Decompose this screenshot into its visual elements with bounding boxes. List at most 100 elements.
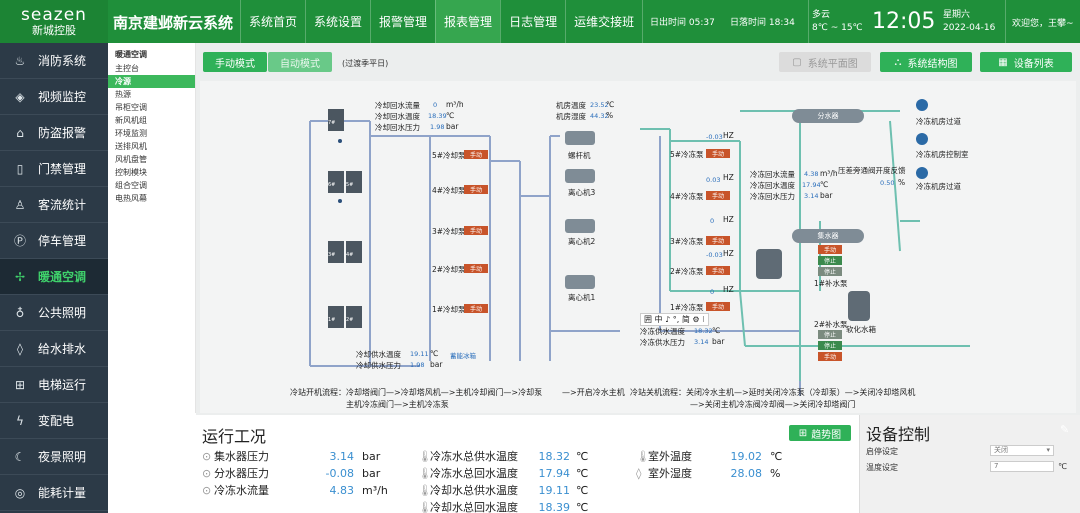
- chilled-pump-5[interactable]: 5#冷冻泵: [670, 149, 704, 160]
- sidebar-item-water[interactable]: ◊ 给水排水: [0, 331, 108, 367]
- chiller-centrifugal-2[interactable]: [565, 219, 595, 233]
- nav-home[interactable]: 系统首页: [240, 0, 305, 43]
- cooling-pump-4[interactable]: 4#冷却泵: [432, 185, 466, 196]
- sidebar-item-power[interactable]: ϟ 变配电: [0, 403, 108, 439]
- nav-settings[interactable]: 系统设置: [305, 0, 370, 43]
- nav-handover[interactable]: 运维交接班: [565, 0, 642, 43]
- grid-icon: ▦: [998, 56, 1008, 68]
- room-temp-label: 机房温度: [556, 101, 586, 110]
- makeup-pump-2-manual[interactable]: 手动: [818, 352, 842, 361]
- water-icon: ◊: [17, 341, 23, 356]
- cooling-tower-6[interactable]: 6#: [328, 171, 344, 193]
- subnav-item[interactable]: 控制模块: [108, 166, 195, 179]
- chilled-pump-4[interactable]: 4#冷冻泵: [670, 191, 704, 202]
- subnav-item[interactable]: 送排风机: [108, 140, 195, 153]
- cooling-pump-2-manual[interactable]: 手动: [464, 264, 488, 273]
- chilled-supply-press-label: 冷冻供水压力: [640, 338, 685, 347]
- cooling-pump-5-manual[interactable]: 手动: [464, 150, 488, 159]
- subnav-item[interactable]: 电热风幕: [108, 192, 195, 205]
- cooling-pump-1-manual[interactable]: 手动: [464, 304, 488, 313]
- chiller-screw[interactable]: [565, 131, 595, 145]
- cooling-return-flow-value: 0: [433, 101, 438, 109]
- makeup-pump-stop-a[interactable]: 停止: [818, 256, 842, 265]
- chilled-pump-1-manual[interactable]: 手动: [706, 302, 730, 311]
- tool-strip[interactable]: 囲 中 ♪ °, 简 ⚙ ⁝: [640, 313, 709, 326]
- subnav-item[interactable]: 组合空调: [108, 179, 195, 192]
- chilled-supply-temp-unit: ℃: [712, 326, 721, 335]
- cooling-pump-3-manual[interactable]: 手动: [464, 226, 488, 235]
- subnav-item[interactable]: 热源: [108, 88, 195, 101]
- water-collector[interactable]: 集水器: [792, 229, 864, 243]
- softener-tank[interactable]: [848, 291, 870, 321]
- subnav-item-active[interactable]: 冷源: [108, 75, 195, 88]
- cooling-pump-5[interactable]: 5#冷却泵: [432, 150, 466, 161]
- valve-icon[interactable]: [916, 133, 928, 145]
- structure-view-button[interactable]: ⛬ 系统结构图: [880, 52, 972, 72]
- cooling-return-flow-label: 冷却回水流量: [375, 101, 420, 110]
- cooling-pump-1[interactable]: 1#冷却泵: [432, 304, 466, 315]
- valve-icon[interactable]: [916, 99, 928, 111]
- makeup-pump-2-stop-b[interactable]: 停止: [818, 341, 842, 350]
- sidebar-item-hvac[interactable]: ✢ 暖通空调: [0, 259, 108, 295]
- main-nav: 系统首页 系统设置 报警管理 报表管理 日志管理 运维交接班: [240, 0, 642, 43]
- temp-set-input[interactable]: 7: [990, 461, 1054, 472]
- cooling-pump-2[interactable]: 2#冷却泵: [432, 264, 466, 275]
- chilled-pump-2[interactable]: 2#冷冻泵: [670, 266, 704, 277]
- chilled-pump-4-manual[interactable]: 手动: [706, 191, 730, 200]
- sidebar-item-traffic[interactable]: ♙ 客流统计: [0, 187, 108, 223]
- sidebar-item-video[interactable]: ◈ 视频监控: [0, 79, 108, 115]
- plan-view-button[interactable]: ▢ 系统平面图: [779, 52, 871, 72]
- chilled-pump-1[interactable]: 1#冷冻泵: [670, 302, 704, 313]
- chiller-centrifugal-3[interactable]: [565, 169, 595, 183]
- chilled-pump-2-manual[interactable]: 手动: [706, 266, 730, 275]
- nav-alarm[interactable]: 报警管理: [370, 0, 435, 43]
- cooling-tower-7[interactable]: 7#: [328, 109, 344, 131]
- subnav-item[interactable]: 吊柜空调: [108, 101, 195, 114]
- cooling-tower-1[interactable]: 1#: [328, 306, 344, 328]
- subnav-item[interactable]: 主控台: [108, 62, 195, 75]
- nav-log[interactable]: 日志管理: [500, 0, 565, 43]
- cooling-pump-3[interactable]: 3#冷却泵: [432, 226, 466, 237]
- start-stop-label: 启停设定: [866, 447, 898, 456]
- start-stop-select[interactable]: 关闭 ▾: [990, 445, 1054, 456]
- cooling-tower-3[interactable]: 3#: [328, 241, 344, 263]
- chilled-pump-5-manual[interactable]: 手动: [706, 149, 730, 158]
- sidebar-item-night[interactable]: ☾ 夜景照明: [0, 439, 108, 475]
- auto-mode-button[interactable]: 自动模式: [268, 52, 332, 72]
- sidebar-item-burglar[interactable]: ⌂ 防盗报警: [0, 115, 108, 151]
- sidebar-item-elevator[interactable]: ⊞ 电梯运行: [0, 367, 108, 403]
- sidebar-item-energy[interactable]: ◎ 能耗计量: [0, 475, 108, 511]
- chilled-supply-press-unit: bar: [712, 337, 725, 346]
- edit-icon[interactable]: ✎: [1060, 423, 1069, 436]
- cooling-tower-4[interactable]: 4#: [346, 241, 362, 263]
- expansion-tank[interactable]: [756, 249, 782, 279]
- chilled-pump-3-manual[interactable]: 手动: [706, 236, 730, 245]
- sidebar-item-door[interactable]: ▯ 门禁管理: [0, 151, 108, 187]
- temp-set-label: 温度设定: [866, 463, 898, 472]
- nav-report[interactable]: 报表管理: [435, 0, 501, 43]
- makeup-pump-2-stop[interactable]: 停止: [818, 330, 842, 339]
- cooling-pump-4-manual[interactable]: 手动: [464, 185, 488, 194]
- water-distributor[interactable]: 分水器: [792, 109, 864, 123]
- manual-mode-button[interactable]: 手动模式: [203, 52, 267, 72]
- chilled-pump-3[interactable]: 3#冷冻泵: [670, 236, 704, 247]
- welcome-user[interactable]: 欢迎您，王攀~: [1012, 16, 1074, 29]
- sidebar-item-lighting[interactable]: ♁ 公共照明: [0, 295, 108, 331]
- chilled-return-press-value: 3.14: [804, 192, 819, 200]
- sidebar-item-parking[interactable]: Ⓟ 停车管理: [0, 223, 108, 259]
- sidebar-item-fire[interactable]: ♨ 消防系统: [0, 43, 108, 79]
- cooling-tower-5[interactable]: 5#: [346, 171, 362, 193]
- chiller-centrifugal-1[interactable]: [565, 275, 595, 289]
- makeup-pump-manual[interactable]: 手动: [818, 245, 842, 254]
- device-list-button[interactable]: ▦ 设备列表: [980, 52, 1072, 72]
- start-flow-3: —>开启冷水主机: [562, 388, 625, 397]
- status-row: 🌡︎ 冷冻水总供水温度 18.32 ℃: [418, 449, 589, 464]
- subnav-item[interactable]: 风机盘管: [108, 153, 195, 166]
- chilled-pump-2-hz: -0.03: [706, 251, 723, 259]
- valve-icon[interactable]: [916, 167, 928, 179]
- subnav-item[interactable]: 环境监测: [108, 127, 195, 140]
- makeup-pump-stop-b[interactable]: 停止: [818, 267, 842, 276]
- trend-button[interactable]: ⊞ 趋势图: [789, 425, 851, 441]
- subnav-item[interactable]: 新风机组: [108, 114, 195, 127]
- cooling-tower-2[interactable]: 2#: [346, 306, 362, 328]
